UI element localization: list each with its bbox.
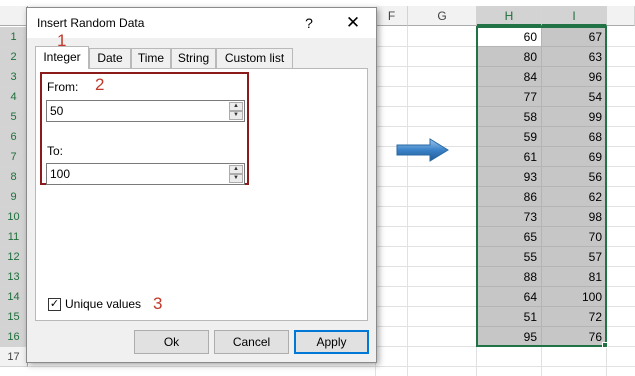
cell-i[interactable]: 96 xyxy=(542,67,607,87)
cell-i[interactable]: 62 xyxy=(542,187,607,207)
cell-i[interactable]: 67 xyxy=(542,27,607,47)
row-header[interactable]: 8 xyxy=(0,167,28,187)
callout-2: 2 xyxy=(95,75,105,94)
unique-values-label[interactable]: Unique values xyxy=(65,297,141,311)
cell-h[interactable]: 64 xyxy=(477,287,542,307)
column-header-i[interactable]: I xyxy=(542,6,607,26)
row-header[interactable]: 4 xyxy=(0,87,28,107)
column-header-h[interactable]: H xyxy=(477,6,542,26)
cell-i[interactable]: 69 xyxy=(542,147,607,167)
cell-h[interactable]: 77 xyxy=(477,87,542,107)
row-header[interactable]: 10 xyxy=(0,207,28,227)
apply-button[interactable]: Apply xyxy=(294,330,369,354)
cell-h[interactable]: 80 xyxy=(477,47,542,67)
row-header[interactable]: 5 xyxy=(0,107,28,127)
dialog-title: Insert Random Data xyxy=(37,16,145,30)
row-header[interactable]: 12 xyxy=(0,247,28,267)
range-highlight-box: From: ▲ ▼ To: ▲ ▼ xyxy=(40,72,249,185)
column-header-g[interactable]: G xyxy=(408,6,477,26)
cell-i[interactable]: 81 xyxy=(542,267,607,287)
cell-i[interactable]: 72 xyxy=(542,307,607,327)
to-label: To: xyxy=(47,144,64,158)
column-header-blank xyxy=(607,6,635,26)
cancel-button[interactable]: Cancel xyxy=(214,330,289,354)
tab-custom-list[interactable]: Custom list xyxy=(216,48,293,68)
row-header[interactable]: 9 xyxy=(0,187,28,207)
select-all-corner[interactable] xyxy=(0,6,28,26)
cell-i[interactable]: 54 xyxy=(542,87,607,107)
cell-h[interactable]: 60 xyxy=(477,27,542,47)
cell-h[interactable]: 59 xyxy=(477,127,542,147)
cell-h[interactable]: 55 xyxy=(477,247,542,267)
row-header[interactable]: 15 xyxy=(0,307,28,327)
cell-h[interactable]: 65 xyxy=(477,227,542,247)
row-gridline xyxy=(28,366,635,367)
tab-integer[interactable]: Integer xyxy=(35,46,89,69)
to-input[interactable] xyxy=(47,164,227,184)
cell-h[interactable]: 84 xyxy=(477,67,542,87)
row-header[interactable]: 7 xyxy=(0,147,28,167)
row-header[interactable]: 3 xyxy=(0,67,28,87)
from-spin-up-icon[interactable]: ▲ xyxy=(229,102,243,111)
cell-h[interactable]: 86 xyxy=(477,187,542,207)
cell-i[interactable]: 99 xyxy=(542,107,607,127)
dialog-titlebar[interactable]: Insert Random Data ? ✕ xyxy=(27,8,376,38)
cell-h[interactable]: 93 xyxy=(477,167,542,187)
cell-i[interactable]: 63 xyxy=(542,47,607,67)
unique-values-checkbox[interactable]: ✓ xyxy=(48,298,61,311)
cell-i[interactable]: 70 xyxy=(542,227,607,247)
row-header[interactable]: 13 xyxy=(0,267,28,287)
row-header[interactable]: 17 xyxy=(0,347,28,367)
cell-h[interactable]: 95 xyxy=(477,327,542,347)
to-spinbox[interactable]: ▲ ▼ xyxy=(46,163,245,185)
insert-random-data-dialog: Insert Random Data ? ✕ Integer Date Time… xyxy=(26,7,377,363)
cell-h[interactable]: 61 xyxy=(477,147,542,167)
cell-h[interactable]: 51 xyxy=(477,307,542,327)
tab-string[interactable]: String xyxy=(171,48,216,68)
cell-i[interactable]: 57 xyxy=(542,247,607,267)
to-spin-up-icon[interactable]: ▲ xyxy=(229,165,243,174)
cell-i[interactable]: 56 xyxy=(542,167,607,187)
row-header[interactable]: 11 xyxy=(0,227,28,247)
to-spin-down-icon[interactable]: ▼ xyxy=(229,174,243,183)
from-label: From: xyxy=(47,80,79,94)
from-spin-down-icon[interactable]: ▼ xyxy=(229,111,243,120)
from-input[interactable] xyxy=(47,101,227,121)
tab-time[interactable]: Time xyxy=(131,48,171,68)
column-header-f[interactable]: F xyxy=(376,6,408,26)
cell-h[interactable]: 73 xyxy=(477,207,542,227)
tab-date[interactable]: Date xyxy=(89,48,131,68)
cell-h[interactable]: 58 xyxy=(477,107,542,127)
row-header[interactable]: 2 xyxy=(0,47,28,67)
cell-i[interactable]: 100 xyxy=(542,287,607,307)
help-button[interactable]: ? xyxy=(298,12,320,34)
cell-i[interactable]: 98 xyxy=(542,207,607,227)
callout-3: 3 xyxy=(153,294,163,313)
row-header[interactable]: 6 xyxy=(0,127,28,147)
arrow-right-icon xyxy=(396,138,449,162)
row-header[interactable]: 1 xyxy=(0,27,28,47)
ok-button[interactable]: Ok xyxy=(134,330,209,354)
cell-h[interactable]: 88 xyxy=(477,267,542,287)
column-gridline xyxy=(407,26,408,376)
close-button[interactable]: ✕ xyxy=(340,12,366,34)
fill-handle[interactable] xyxy=(602,342,608,348)
from-spinbox[interactable]: ▲ ▼ xyxy=(46,100,245,122)
row-header[interactable]: 14 xyxy=(0,287,28,307)
row-header[interactable]: 16 xyxy=(0,327,28,347)
cell-i[interactable]: 76 xyxy=(542,327,607,347)
cell-i[interactable]: 68 xyxy=(542,127,607,147)
